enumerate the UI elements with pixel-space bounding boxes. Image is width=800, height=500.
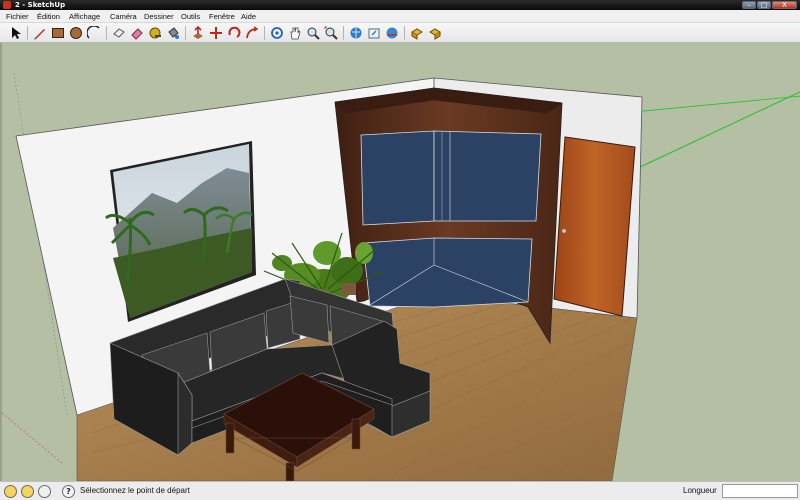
menu-edition[interactable]: Édition xyxy=(37,10,60,23)
zoom-icon[interactable] xyxy=(305,25,321,41)
share-model-icon[interactable] xyxy=(366,25,382,41)
share-component-icon[interactable] xyxy=(427,25,443,41)
eraser-box-icon[interactable] xyxy=(111,25,127,41)
pan-icon[interactable] xyxy=(287,25,303,41)
menu-aide[interactable]: Aide xyxy=(241,10,256,23)
zoom-extents-icon[interactable] xyxy=(323,25,339,41)
help-icon[interactable]: ? xyxy=(62,485,75,498)
close-button[interactable]: X xyxy=(772,1,797,9)
select-icon[interactable] xyxy=(8,25,24,41)
menu-dessiner[interactable]: Dessiner xyxy=(144,10,174,23)
rotate-icon[interactable] xyxy=(226,25,242,41)
scene-render xyxy=(2,72,800,481)
arc-icon[interactable] xyxy=(86,25,102,41)
menu-camera[interactable]: Caméra xyxy=(110,10,137,23)
pencil-line-icon[interactable] xyxy=(32,25,48,41)
door xyxy=(553,136,636,317)
maximize-button[interactable]: □ xyxy=(757,1,771,9)
sketchup-app-icon xyxy=(3,1,11,9)
follow-me-icon[interactable] xyxy=(244,25,260,41)
lower-glass xyxy=(362,237,533,308)
user-icon[interactable] xyxy=(38,485,51,498)
status-bar: ? Sélectionnez le point de départ Longue… xyxy=(0,481,800,500)
status-message: Sélectionnez le point de départ xyxy=(80,486,190,495)
minimize-button[interactable]: – xyxy=(742,1,756,9)
components-icon[interactable] xyxy=(409,25,425,41)
menu-bar: Fichier Édition Affichage Caméra Dessine… xyxy=(0,10,800,23)
menu-fichier[interactable]: Fichier xyxy=(6,10,29,23)
menu-fenetre[interactable]: Fenêtre xyxy=(209,10,235,23)
3d-viewport[interactable] xyxy=(0,43,800,481)
upper-glass xyxy=(360,130,435,226)
paint-bucket-icon[interactable] xyxy=(165,25,181,41)
circle-icon[interactable] xyxy=(68,25,84,41)
3d-warehouse-icon[interactable] xyxy=(384,25,400,41)
rectangle-icon[interactable] xyxy=(50,25,66,41)
push-pull-icon[interactable] xyxy=(190,25,206,41)
window-title: 2 - SketchUp xyxy=(15,1,66,9)
title-bar: 2 - SketchUp – □ X xyxy=(0,0,800,10)
measurements-input[interactable] xyxy=(722,484,798,498)
menu-outils[interactable]: Outils xyxy=(181,10,200,23)
measurements-label: Longueur xyxy=(683,486,717,495)
tape-measure-icon[interactable] xyxy=(147,25,163,41)
orbit-icon[interactable] xyxy=(269,25,285,41)
get-models-icon[interactable] xyxy=(348,25,364,41)
credits-icon[interactable] xyxy=(21,485,34,498)
geo-location-icon[interactable] xyxy=(4,485,17,498)
toolbar xyxy=(0,23,800,43)
menu-affichage[interactable]: Affichage xyxy=(69,10,100,23)
eraser-icon[interactable] xyxy=(129,25,145,41)
move-icon[interactable] xyxy=(208,25,224,41)
